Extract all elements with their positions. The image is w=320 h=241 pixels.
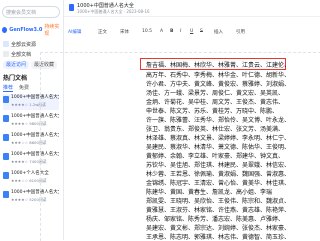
italic-button[interactable]: I xyxy=(180,29,181,34)
doc-line: 杨庆、邹家铭、陈秀芳、潘志宏、陈美惠、卢雅婷、 xyxy=(146,216,285,223)
doc-line: 吴建民、蔡淑华、林清华、萧文德、陈佑华、王俊明、 xyxy=(146,144,291,151)
nav-item-cloud[interactable]: 全部云资源 xyxy=(0,40,36,48)
word-doc-icon xyxy=(3,115,9,122)
tab-recommend[interactable]: 推荐 xyxy=(3,84,14,92)
doc-line: 林泽雄、蔡淑真、林文景、梁婷婷、李永明、林仁宁、 xyxy=(146,135,291,142)
doc-line: 许小君、方中夫、黄文峰、黄俊宏、蔡雅婷、刘淑娟、 xyxy=(146,81,291,88)
word-doc-icon xyxy=(3,172,9,179)
word-doc-icon xyxy=(69,4,74,11)
search-box[interactable] xyxy=(2,6,60,18)
bold-button[interactable]: B xyxy=(170,29,173,34)
doc-line: 吴建宏、黄文彬、郑宗达、刘婉婷、张俊杰、林家豪、 xyxy=(146,225,291,232)
cloud-icon xyxy=(3,41,9,47)
doc-line: 黄郁婷、余翰、李立雄、叶家豪、郑建华、钟文真、 xyxy=(146,153,285,160)
recent-visit-button[interactable]: 最近访问 xyxy=(3,61,30,69)
folder-icon xyxy=(3,51,9,57)
banner-brand: GenFlow3.0 xyxy=(9,27,43,33)
doc-line: 黄雅慧、王淑芬、林家铭、许佳燕、黄志雄、陈艳萍、 xyxy=(146,207,291,214)
strike-button[interactable]: S xyxy=(200,29,203,34)
insert-menu[interactable]: 插入 xyxy=(214,29,223,35)
quote-button[interactable]: 引用 xyxy=(236,29,245,35)
word-doc-icon xyxy=(3,191,9,198)
promo-banner[interactable]: GenFlow3.0 持续实现 xyxy=(2,24,62,37)
word-doc-icon xyxy=(3,96,9,103)
doc-line: 郑凯雯、王晓明、吴欣怡、王俊伟、陈宗和、魏淑贞、 xyxy=(146,198,291,205)
doc-line: 苏钦华、吴佳旭、郑佳琪、林建民、吴翠娥、林信宏、 xyxy=(146,162,291,169)
doc-line: 金锦绣、陈冠宇、王清宏、曾心怡、黄美华、林佳琪、 xyxy=(146,180,291,187)
style-select[interactable]: 正文 xyxy=(98,29,107,35)
doc-line: 申世泰、陈文芳、苏乐、黄桂芳、万晓中、陈鹏、 xyxy=(146,108,279,115)
genflow-logo-icon xyxy=(2,27,8,33)
document-subtitle: 1000+中国普通人名大全 · 2023-08-16 xyxy=(77,9,150,14)
underline-button[interactable]: U xyxy=(190,29,193,34)
font-size-select[interactable]: 10.5 xyxy=(142,29,152,34)
search-input[interactable] xyxy=(6,8,56,17)
format-toolbar: AI编辑 正文 宋体 10.5 A B I U S 插入 引用 xyxy=(64,28,320,38)
tab-free[interactable]: 免费 xyxy=(19,84,29,92)
nav-item-docs[interactable]: 全部文档 xyxy=(0,50,31,58)
hot-docs-title: 热门文档 xyxy=(3,75,28,82)
nav-label: 全部文档 xyxy=(11,51,32,58)
font-color-button[interactable]: A xyxy=(160,29,163,34)
ai-edit-button[interactable]: AI编辑 xyxy=(68,29,81,35)
document-title: 1000+中国普通人名大全 xyxy=(77,3,134,9)
nav-label: 全部云资源 xyxy=(11,41,37,48)
word-doc-icon xyxy=(3,153,9,160)
doc-line: 高万年、石秀中、李秀梅、林华金、叶仁德、胡新华、 xyxy=(146,72,291,79)
word-doc-icon xyxy=(3,134,9,141)
doc-line: 金炳、许菊花、吴中桂、周文芳、王俊杰、黄志伟、 xyxy=(146,99,285,106)
doc-line: 张卫、翁贵东、郑俊英、林仕宏、张文芳、汤美满、 xyxy=(146,126,285,133)
doc-line: 陈建华、黄国、黄春生、詹凯龙、高小姐、李瑞 xyxy=(146,189,273,196)
font-select[interactable]: 宋体 xyxy=(120,29,129,35)
banner-tag: 持续实现 xyxy=(44,24,60,37)
doc-line: 詹吉福、林国梅、林欣华、林雅菁、江贵云、江建伦、 xyxy=(146,62,291,69)
doc-line: 汤佳、方一蛾、梁景芳、周俊仁、黄文宏、吴英凯、 xyxy=(146,90,285,97)
doc-tabs: 推荐 免费 xyxy=(3,84,29,92)
document-header: 1000+中国普通人名大全 1000+中国普通人名大全 · 2023-08-16 xyxy=(64,0,320,17)
doc-line: 林少蓉、王若恩、徐佩瑜、黄淑娟、魏国强、曾淑惠、 xyxy=(146,171,291,178)
doc-line: 许一旗、陈雅蕾、汪秀华、郑怡伶、吴文博、叶永龙、 xyxy=(146,117,291,124)
